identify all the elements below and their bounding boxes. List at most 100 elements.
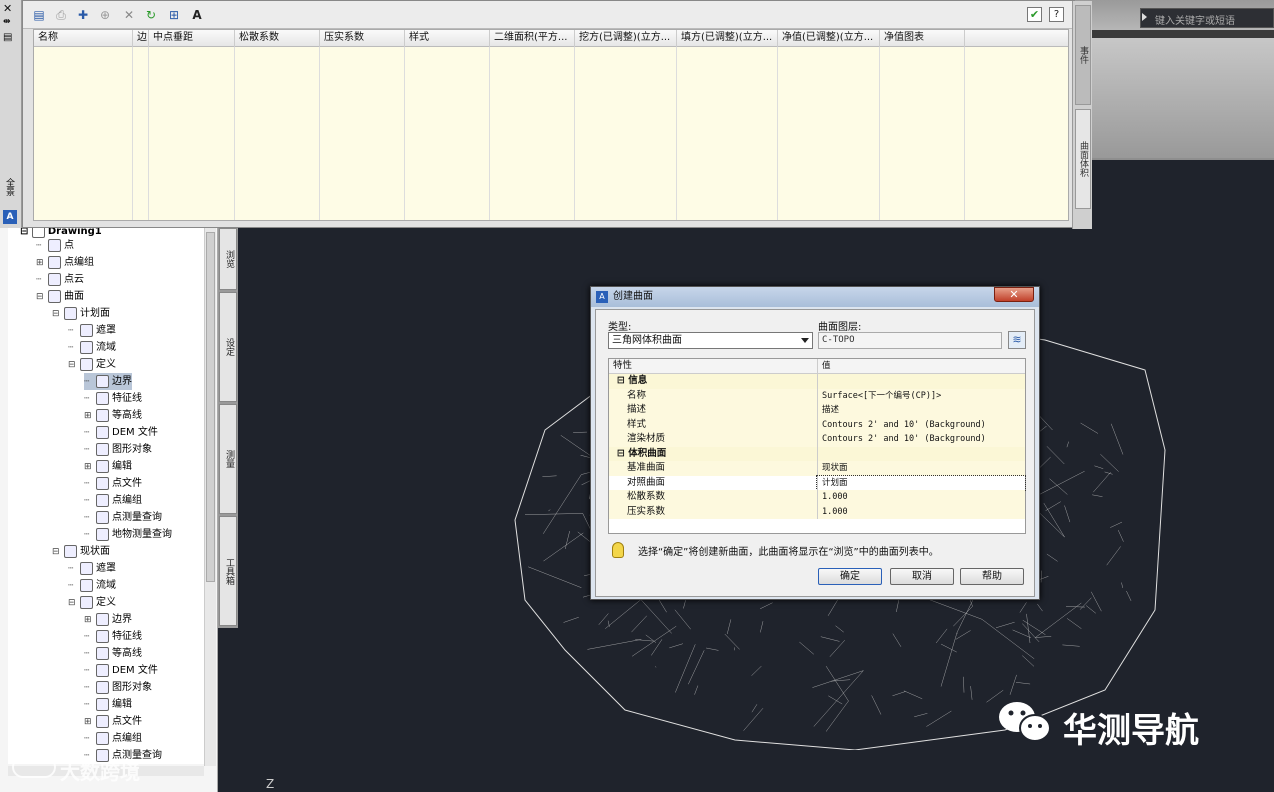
- tree-item[interactable]: ┄ 特征线: [84, 390, 142, 407]
- col-loose[interactable]: 松散系数: [235, 30, 320, 47]
- property-value[interactable]: 描述: [817, 403, 1025, 418]
- property-name: 松散系数: [609, 490, 817, 505]
- ok-button[interactable]: 确定: [818, 568, 882, 585]
- category-row[interactable]: ⊟ 信息: [609, 374, 1025, 389]
- col-compact[interactable]: 压实系数: [320, 30, 405, 47]
- col-midpoint[interactable]: 中点垂距: [149, 30, 235, 47]
- surface-node-icon: [80, 340, 93, 354]
- grid-view-icon[interactable]: ▤: [31, 7, 47, 23]
- tree-item[interactable]: ┄ DEM 文件: [84, 424, 158, 441]
- delete-icon[interactable]: ✕: [121, 7, 137, 23]
- tree-item[interactable]: ┄ 地物测量查询: [84, 526, 172, 543]
- tab-survey[interactable]: 测量: [219, 404, 237, 514]
- expand-icon[interactable]: ⊞: [84, 612, 96, 629]
- menu-icon[interactable]: ▤: [3, 32, 12, 43]
- property-value[interactable]: 1.000: [817, 504, 1025, 519]
- tree-item[interactable]: ⊞ 边界: [84, 611, 132, 628]
- search-arrow-icon[interactable]: [1142, 13, 1147, 21]
- property-name-text: 描述: [627, 404, 647, 415]
- tree-item[interactable]: ┄ 边界: [84, 373, 132, 390]
- col-style[interactable]: 样式: [405, 30, 490, 47]
- tree-item[interactable]: ⊟ 现状面: [52, 543, 110, 560]
- col-fill[interactable]: 填方(已调整)(立方...: [677, 30, 778, 47]
- tab-toolbox[interactable]: 工具箱: [219, 516, 237, 626]
- tree-item[interactable]: ⊞ 点文件: [84, 713, 142, 730]
- tree-item[interactable]: ┄ DEM 文件: [84, 662, 158, 679]
- tree-item[interactable]: ┄ 点编组: [84, 730, 142, 747]
- tree-item[interactable]: ⊟ 定义: [68, 594, 116, 611]
- tab-surface-volume[interactable]: 曲面体积: [1075, 109, 1091, 209]
- expand-icon[interactable]: ⊞: [84, 459, 96, 476]
- tree-item[interactable]: ⊟ 定义: [68, 356, 116, 373]
- tree-line: ┄: [84, 700, 90, 710]
- collapse-icon[interactable]: ⊟: [52, 544, 64, 561]
- scroll-thumb[interactable]: [206, 232, 215, 582]
- help-icon[interactable]: ?: [1049, 7, 1064, 22]
- expand-icon[interactable]: ⊞: [36, 255, 48, 272]
- autohide-icon[interactable]: ⇹: [3, 17, 11, 27]
- property-value[interactable]: 1.000: [817, 490, 1025, 505]
- col-area[interactable]: 二维面积(平方...: [490, 30, 575, 47]
- tree-item[interactable]: ┄ 编辑: [84, 696, 132, 713]
- tree-item[interactable]: ┄ 图形对象: [84, 441, 152, 458]
- collapse-icon[interactable]: ⊟: [617, 375, 628, 386]
- close-icon[interactable]: ✕: [3, 2, 12, 15]
- property-value[interactable]: Contours 2' and 10' (Background): [817, 417, 1025, 432]
- collapse-icon[interactable]: ⊟: [68, 357, 80, 374]
- tree-item[interactable]: ┄ 等高线: [84, 645, 142, 662]
- print-icon[interactable]: ⎙: [53, 7, 69, 23]
- type-select[interactable]: 三角网体积曲面: [608, 332, 813, 349]
- col-net[interactable]: 净值(已调整)(立方...: [778, 30, 880, 47]
- help-button[interactable]: 帮助: [960, 568, 1024, 585]
- tree-item[interactable]: ┄ 流域: [68, 339, 116, 356]
- close-button[interactable]: ✕: [994, 287, 1034, 302]
- layer-picker-button[interactable]: ≋: [1008, 331, 1026, 349]
- text-icon[interactable]: A: [189, 7, 205, 23]
- tree-item[interactable]: ┄ 点编组: [84, 492, 142, 509]
- zoom-icon[interactable]: ⊕: [97, 7, 113, 23]
- tree-item[interactable]: ┄ 流域: [68, 577, 116, 594]
- tree-item[interactable]: ⊟ 计划面: [52, 305, 110, 322]
- col-cut[interactable]: 挖方(已调整)(立方...: [575, 30, 677, 47]
- tree-item[interactable]: ┄ 遮罩: [68, 322, 116, 339]
- tree-item[interactable]: ┄ 点文件: [84, 475, 142, 492]
- export-icon[interactable]: ⊞: [166, 7, 182, 23]
- tree-item[interactable]: ┄ 点测量查询: [84, 509, 162, 526]
- collapse-icon[interactable]: ⊟: [617, 448, 628, 459]
- tree-item-label: 现状面: [80, 546, 110, 557]
- search-input[interactable]: 键入关键字或短语: [1140, 8, 1274, 28]
- tab-prospector[interactable]: 浏览: [219, 228, 237, 290]
- tree-item[interactable]: ┄ 图形对象: [84, 679, 152, 696]
- collapse-icon[interactable]: ⊟: [68, 595, 80, 612]
- col-name[interactable]: 名称: [34, 30, 133, 47]
- check-icon[interactable]: ✔: [1027, 7, 1042, 22]
- tree-item[interactable]: ⊞ 等高线: [84, 407, 142, 424]
- collapse-icon[interactable]: ⊟: [52, 306, 64, 323]
- property-value[interactable]: 现状面: [817, 461, 1025, 476]
- create-surface-icon[interactable]: ✚: [75, 7, 91, 23]
- tab-events[interactable]: 事件: [1075, 5, 1091, 105]
- tree-item[interactable]: ┄ 点: [36, 237, 74, 254]
- tree-item-label: 图形对象: [112, 682, 152, 693]
- col-net-chart[interactable]: 净值图表: [880, 30, 965, 47]
- property-value[interactable]: 计划面: [816, 474, 1026, 491]
- tree-item[interactable]: ⊞ 编辑: [84, 458, 132, 475]
- property-value[interactable]: Contours 2' and 10' (Background): [817, 432, 1025, 447]
- vertical-scrollbar[interactable]: [204, 228, 216, 766]
- surface-node-icon: [96, 374, 109, 388]
- tree-item[interactable]: ┄ 点云: [36, 271, 84, 288]
- expand-icon[interactable]: ⊞: [84, 408, 96, 425]
- property-value[interactable]: Surface<[下一个编号(CP)]>: [817, 388, 1025, 403]
- tree-item[interactable]: ┄ 遮罩: [68, 560, 116, 577]
- tree-item[interactable]: ⊞ 点编组: [36, 254, 94, 271]
- expand-icon[interactable]: ⊞: [84, 714, 96, 731]
- col-edge[interactable]: 边: [133, 30, 149, 47]
- collapse-icon[interactable]: ⊟: [36, 289, 48, 306]
- refresh-icon[interactable]: ↻: [143, 7, 159, 23]
- tab-settings[interactable]: 设定: [219, 292, 237, 402]
- tree-item[interactable]: ┄ 特征线: [84, 628, 142, 645]
- cancel-button[interactable]: 取消: [890, 568, 954, 585]
- category-row[interactable]: ⊟ 体积曲面: [609, 446, 1025, 461]
- tree-item[interactable]: ⊟ 曲面: [36, 288, 84, 305]
- layer-field[interactable]: C-TOPO: [818, 332, 1002, 349]
